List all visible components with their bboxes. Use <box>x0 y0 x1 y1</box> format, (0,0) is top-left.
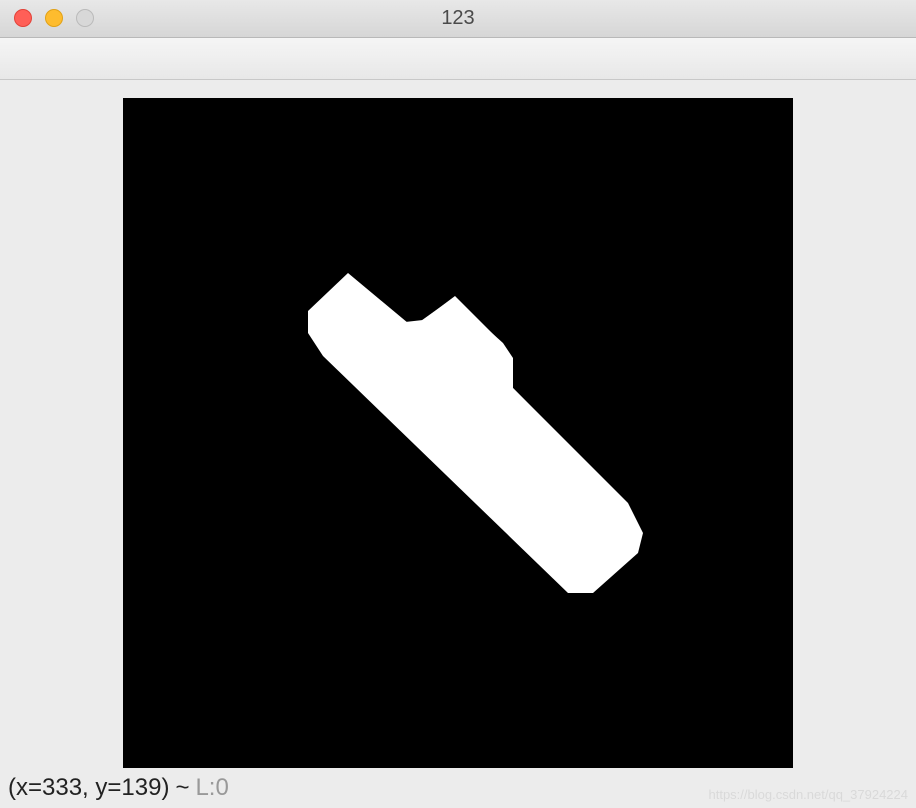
cursor-coordinates: (x=333, y=139) <box>8 774 169 802</box>
status-bar: (x=333, y=139) ~ L:0 https://blog.csdn.n… <box>0 768 916 808</box>
window-controls <box>0 9 94 27</box>
pixel-value: L:0 <box>195 774 228 802</box>
content-area <box>0 80 916 768</box>
binary-image-shape <box>123 98 793 768</box>
titlebar[interactable]: 123 <box>0 0 916 38</box>
watermark: https://blog.csdn.net/qq_37924224 <box>709 787 909 802</box>
status-separator: ~ <box>175 774 189 802</box>
toolbar <box>0 38 916 80</box>
maximize-button[interactable] <box>76 9 94 27</box>
close-button[interactable] <box>14 9 32 27</box>
window-title: 123 <box>441 7 474 30</box>
image-canvas[interactable] <box>123 98 793 768</box>
app-window: 123 (x=333, y=139) ~ L:0 https://blog.cs… <box>0 0 916 808</box>
minimize-button[interactable] <box>45 9 63 27</box>
